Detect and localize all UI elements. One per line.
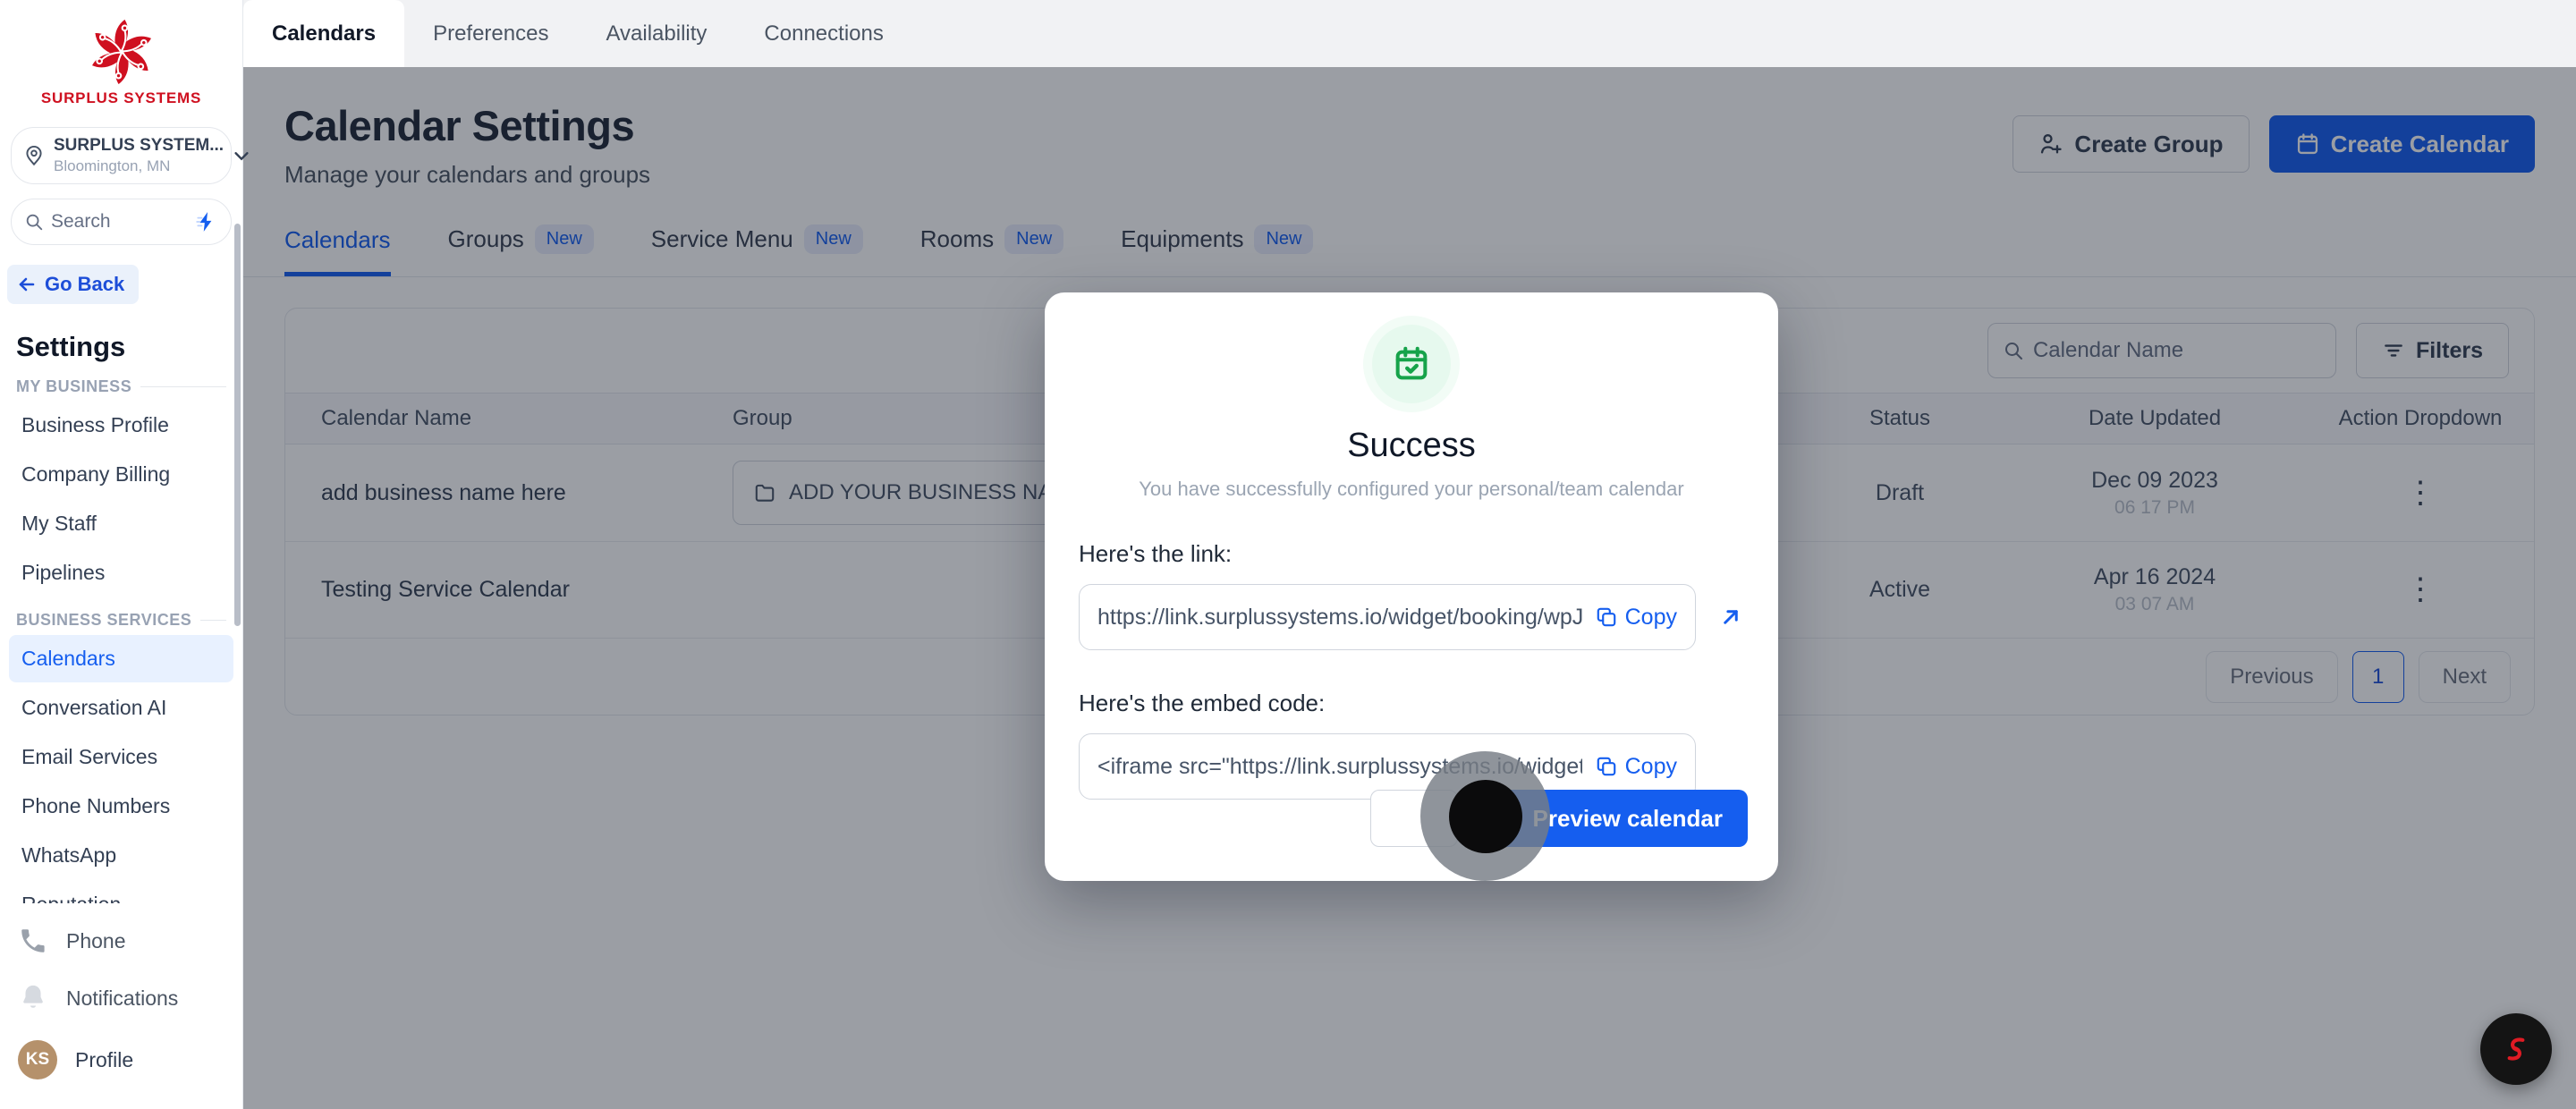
location-name: SURPLUS SYSTEM... [54,136,224,156]
sidebar: SURPLUS SYSTEMS SURPLUS SYSTEM... Bloomi… [0,0,243,1109]
open-link-icon[interactable] [1717,604,1744,631]
search-icon [24,212,44,232]
sidebar-scrollbar[interactable] [234,224,241,626]
top-tab-connections[interactable]: Connections [735,0,911,67]
sidebar-item-calendars[interactable]: Calendars [9,635,233,682]
location-selector[interactable]: SURPLUS SYSTEM... Bloomington, MN [11,127,232,184]
sidebar-item-conversation-ai[interactable]: Conversation AI [9,684,233,732]
copy-embed-button[interactable]: Copy [1595,754,1677,780]
sidebar-item-business-profile[interactable]: Business Profile [9,402,233,449]
sidebar-item-pipelines[interactable]: Pipelines [9,549,233,597]
top-tab-calendars[interactable]: Calendars [243,0,404,67]
map-pin-icon [22,144,46,167]
link-label: Here's the link: [1079,540,1744,568]
copy-icon [1595,605,1618,629]
modal-subtitle: You have successfully configured your pe… [1079,478,1744,501]
sidebar-item-email-services[interactable]: Email Services [9,733,233,781]
booking-link-field[interactable]: https://link.surplussystems.io/widget/bo… [1079,584,1696,650]
modal-title: Success [1079,427,1744,465]
notifications-label: Notifications [66,986,178,1011]
notifications-menu-item[interactable]: Notifications [0,969,242,1027]
nav-section-my-business: MY BUSINESS [16,377,226,396]
brand-logo: SURPLUS SYSTEMS [0,0,242,107]
go-back-button[interactable]: Go Back [7,265,139,304]
app-screen: SURPLUS SYSTEMS SURPLUS SYSTEM... Bloomi… [0,0,2576,1109]
sidebar-title: Settings [16,331,242,363]
phone-label: Phone [66,929,126,953]
sidebar-search[interactable] [11,199,232,245]
sidebar-item-company-billing[interactable]: Company Billing [9,451,233,498]
arrow-left-icon [16,274,38,295]
top-tab-preferences[interactable]: Preferences [404,0,577,67]
profile-menu-item[interactable]: KS Profile [0,1027,242,1093]
sidebar-item-whatsapp[interactable]: WhatsApp [9,832,233,879]
settings-nav: MY BUSINESS Business Profile Company Bil… [0,377,242,986]
nav-section-business-services: BUSINESS SERVICES [16,611,226,630]
sidebar-search-input[interactable] [51,211,188,233]
top-tab-availability[interactable]: Availability [577,0,735,67]
profile-label: Profile [75,1048,133,1072]
brand-logo-icon [83,16,160,88]
sidebar-footer: Phone Notifications KS Profile [0,903,242,1109]
sidebar-item-phone-numbers[interactable]: Phone Numbers [9,783,233,830]
chevron-down-icon [232,146,251,165]
webcam-bubble [1420,751,1550,881]
top-tab-bar: Calendars Preferences Availability Conne… [243,0,2576,67]
avatar: KS [18,1040,57,1079]
location-city: Bloomington, MN [54,157,224,175]
embed-label: Here's the embed code: [1079,690,1744,717]
success-modal: Success You have successfully configured… [1045,292,1778,881]
copy-icon [1595,755,1618,778]
brand-name: SURPLUS SYSTEMS [0,89,242,107]
go-back-label: Go Back [45,273,124,296]
success-calendar-icon [1372,325,1451,403]
sidebar-item-my-staff[interactable]: My Staff [9,500,233,547]
support-chat-widget[interactable] [2480,1013,2552,1085]
booking-link-value: https://link.surplussystems.io/widget/bo… [1097,605,1582,631]
brand-chat-icon [2496,1029,2537,1070]
bell-icon [18,983,48,1013]
webcam-bubble-lens [1449,780,1522,853]
quick-actions-bolt-icon[interactable] [195,210,218,233]
phone-menu-item[interactable]: Phone [0,912,242,969]
copy-link-button[interactable]: Copy [1595,605,1677,631]
phone-icon [18,926,48,956]
